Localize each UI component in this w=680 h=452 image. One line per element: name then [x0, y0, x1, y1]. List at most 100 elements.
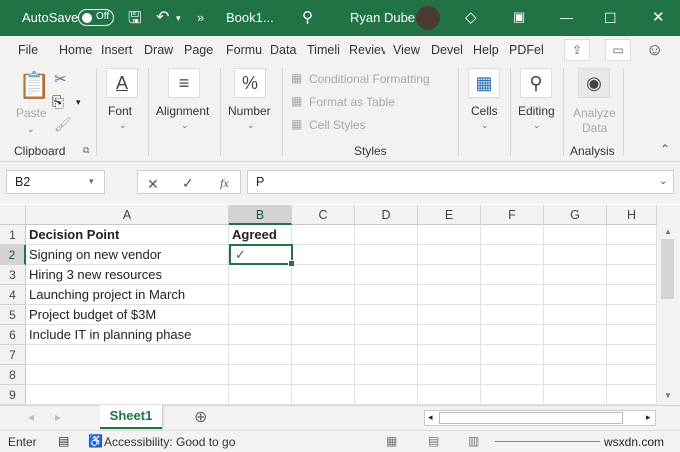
cell-H2[interactable] — [607, 245, 657, 265]
cells-icon[interactable]: ▦ — [468, 68, 500, 98]
column-header-h[interactable]: H — [607, 205, 657, 225]
column-header-d[interactable]: D — [355, 205, 418, 225]
tab-page-layout[interactable]: Page — [184, 43, 216, 57]
tab-developer[interactable]: Devel — [431, 43, 465, 57]
cell-F9[interactable] — [481, 385, 544, 405]
next-sheet-icon[interactable]: ▸ — [55, 410, 61, 424]
cell-F4[interactable] — [481, 285, 544, 305]
cell-A2[interactable]: Signing on new vendor — [26, 245, 229, 265]
tab-file[interactable]: File — [18, 43, 38, 57]
cell-F7[interactable] — [481, 345, 544, 365]
conditional-formatting-button[interactable]: Conditional Formatting — [309, 72, 430, 86]
alignment-button[interactable]: Alignment — [156, 104, 209, 118]
cell-A7[interactable] — [26, 345, 229, 365]
row-header[interactable]: 3 — [0, 265, 26, 285]
workbook-name[interactable]: Book1... — [226, 10, 274, 25]
cell-F8[interactable] — [481, 365, 544, 385]
tab-view[interactable]: View — [393, 43, 423, 57]
cell-C9[interactable] — [292, 385, 355, 405]
column-header-g[interactable]: G — [544, 205, 607, 225]
row-header[interactable]: 6 — [0, 325, 26, 345]
cancel-icon[interactable]: ✕ — [147, 176, 159, 193]
cell-E6[interactable] — [418, 325, 481, 345]
undo-icon[interactable]: ↶ — [156, 7, 169, 27]
avatar[interactable] — [416, 6, 440, 30]
tab-data[interactable]: Data — [270, 43, 300, 57]
feedback-smiley-icon[interactable]: ☺ — [646, 40, 663, 60]
cell-A6[interactable]: Include IT in planning phase — [26, 325, 229, 345]
cell-D4[interactable] — [355, 285, 418, 305]
cell-G6[interactable] — [544, 325, 607, 345]
format-painter-icon[interactable]: 🖌 — [54, 116, 72, 133]
cell-H3[interactable] — [607, 265, 657, 285]
cell-F5[interactable] — [481, 305, 544, 325]
cell-G9[interactable] — [544, 385, 607, 405]
format-as-table-button[interactable]: Format as Table — [309, 95, 395, 109]
page-layout-view-icon[interactable]: ▤ — [428, 434, 439, 448]
row-header[interactable]: 8 — [0, 365, 26, 385]
cell-B8[interactable] — [229, 365, 292, 385]
cell-B7[interactable] — [229, 345, 292, 365]
cell-E2[interactable] — [418, 245, 481, 265]
cell-D7[interactable] — [355, 345, 418, 365]
cell-G2[interactable] — [544, 245, 607, 265]
font-button[interactable]: Font — [108, 104, 132, 118]
search-icon[interactable]: ⚲ — [302, 8, 313, 26]
cell-C7[interactable] — [292, 345, 355, 365]
column-header-b[interactable]: B — [229, 205, 292, 225]
accessibility-status[interactable]: Accessibility: Good to go — [104, 435, 235, 449]
cell-D9[interactable] — [355, 385, 418, 405]
prev-sheet-icon[interactable]: ◂ — [28, 410, 34, 424]
more-commands-icon[interactable]: » — [197, 10, 204, 25]
cell-E1[interactable] — [418, 225, 481, 245]
collapse-ribbon-icon[interactable]: ⌃ — [660, 142, 670, 156]
add-sheet-icon[interactable]: ⊕ — [194, 407, 207, 427]
cell-D3[interactable] — [355, 265, 418, 285]
macro-record-icon[interactable]: ▤ — [58, 434, 69, 448]
column-header-a[interactable]: A — [26, 205, 229, 225]
column-header-c[interactable]: C — [292, 205, 355, 225]
cell-styles-button[interactable]: Cell Styles — [309, 118, 366, 132]
paste-button[interactable]: Paste — [16, 106, 47, 120]
cell-F1[interactable] — [481, 225, 544, 245]
row-header[interactable]: 7 — [0, 345, 26, 365]
tab-review[interactable]: Reviev — [349, 43, 385, 57]
tab-formulas[interactable]: Formu — [226, 43, 262, 57]
sheet-tab-sheet1[interactable]: Sheet1 — [100, 405, 162, 429]
editing-button[interactable]: Editing — [518, 104, 555, 118]
cell-B1[interactable]: Agreed — [229, 225, 292, 245]
diamond-icon[interactable]: ◇ — [465, 8, 477, 26]
cell-H6[interactable] — [607, 325, 657, 345]
close-icon[interactable]: ✕ — [652, 8, 665, 26]
cell-H7[interactable] — [607, 345, 657, 365]
cell-H8[interactable] — [607, 365, 657, 385]
cell-B9[interactable] — [229, 385, 292, 405]
undo-dropdown-icon[interactable]: ▾ — [176, 13, 181, 24]
cell-F6[interactable] — [481, 325, 544, 345]
cell-B5[interactable] — [229, 305, 292, 325]
cell-G3[interactable] — [544, 265, 607, 285]
save-icon[interactable]: 🖫 — [128, 7, 142, 34]
cell-A8[interactable] — [26, 365, 229, 385]
column-header-f[interactable]: F — [481, 205, 544, 225]
cell-A5[interactable]: Project budget of $3M — [26, 305, 229, 325]
row-header[interactable]: 4 — [0, 285, 26, 305]
number-format-icon[interactable]: % — [234, 68, 266, 98]
cells-button[interactable]: Cells — [471, 104, 498, 118]
font-icon[interactable]: A — [106, 68, 138, 98]
cell-A3[interactable]: Hiring 3 new resources — [26, 265, 229, 285]
cell-A1[interactable]: Decision Point — [26, 225, 229, 245]
tab-timeline[interactable]: Timeli — [307, 43, 343, 57]
cell-E5[interactable] — [418, 305, 481, 325]
cell-F2[interactable] — [481, 245, 544, 265]
cell-A9[interactable] — [26, 385, 229, 405]
normal-view-icon[interactable]: ▦ — [386, 434, 397, 448]
cell-G8[interactable] — [544, 365, 607, 385]
select-all-corner[interactable] — [0, 205, 26, 225]
cell-E8[interactable] — [418, 365, 481, 385]
cell-C1[interactable] — [292, 225, 355, 245]
analyze-data-icon[interactable]: ◉ — [578, 68, 610, 98]
row-header[interactable]: 1 — [0, 225, 26, 245]
row-header[interactable]: 9 — [0, 385, 26, 405]
cell-G7[interactable] — [544, 345, 607, 365]
